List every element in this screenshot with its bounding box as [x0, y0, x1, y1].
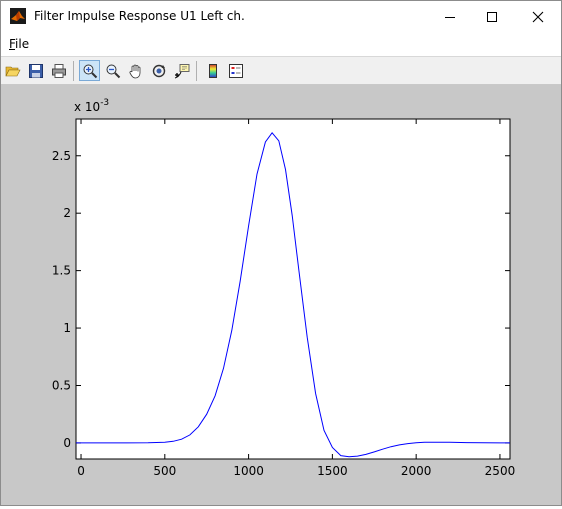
colorbar-icon — [208, 63, 217, 78]
y-tick-label: 0.5 — [52, 378, 71, 392]
figure-toolbar — [1, 56, 561, 85]
insert-colorbar-button[interactable] — [202, 60, 223, 81]
y-tick-label: 2 — [63, 206, 71, 220]
pan-button[interactable] — [125, 60, 146, 81]
close-icon — [532, 11, 544, 22]
window-title: Filter Impulse Response U1 Left ch. — [34, 9, 245, 23]
minimize-button[interactable] — [427, 1, 473, 32]
x-tick-label: 0 — [77, 464, 85, 478]
maximize-button[interactable] — [469, 1, 515, 32]
plot-canvas: 0 500 1000 1500 2000 2500 0 0.5 1 1.5 2 2.5 x 10-3 — [52, 98, 516, 478]
y-tick-label: 1.5 — [52, 264, 71, 278]
x-tick-label: 2000 — [401, 464, 432, 478]
title-bar[interactable]: Filter Impulse Response U1 Left ch. — [1, 1, 561, 32]
matlab-logo-icon — [10, 8, 26, 24]
axis-exponent-label: x 10-3 — [74, 98, 109, 114]
x-tick-label: 2500 — [485, 464, 516, 478]
printer-icon — [51, 63, 66, 78]
toolbar-separator — [196, 61, 197, 81]
rotate-icon — [152, 64, 165, 77]
hand-icon — [129, 64, 140, 78]
zoom-out-icon — [106, 64, 120, 78]
print-button[interactable] — [48, 60, 69, 81]
y-tick-label: 0 — [63, 436, 71, 450]
x-tick-label: 1500 — [317, 464, 348, 478]
toolbar-separator — [73, 61, 74, 81]
floppy-disk-icon — [28, 63, 43, 78]
zoom-out-button[interactable] — [102, 60, 123, 81]
zoom-in-icon — [83, 64, 97, 78]
legend-icon — [228, 63, 243, 78]
y-tick-label: 1 — [63, 321, 71, 335]
open-file-button[interactable] — [2, 60, 23, 81]
rotate-3d-button[interactable] — [148, 60, 169, 81]
data-cursor-button[interactable] — [171, 60, 192, 81]
close-button[interactable] — [515, 1, 561, 32]
figure-area: 0 500 1000 1500 2000 2500 0 0.5 1 1.5 2 2.5 x 10-3 — [1, 85, 561, 505]
data-cursor-icon — [174, 63, 189, 78]
insert-legend-button[interactable] — [225, 60, 246, 81]
x-tick-label: 500 — [153, 464, 176, 478]
menu-file[interactable]: File — [9, 37, 29, 51]
folder-open-icon — [5, 66, 20, 76]
save-button[interactable] — [25, 60, 46, 81]
zoom-in-button[interactable] — [79, 60, 100, 81]
axes-box[interactable] — [75, 118, 511, 460]
y-tick-label: 2.5 — [52, 149, 71, 163]
maximize-icon — [487, 11, 497, 22]
minimize-icon — [445, 16, 455, 18]
menu-bar: File — [1, 32, 561, 56]
figure-window: Filter Impulse Response U1 Left ch. File — [0, 0, 562, 506]
x-tick-label: 1000 — [233, 464, 264, 478]
